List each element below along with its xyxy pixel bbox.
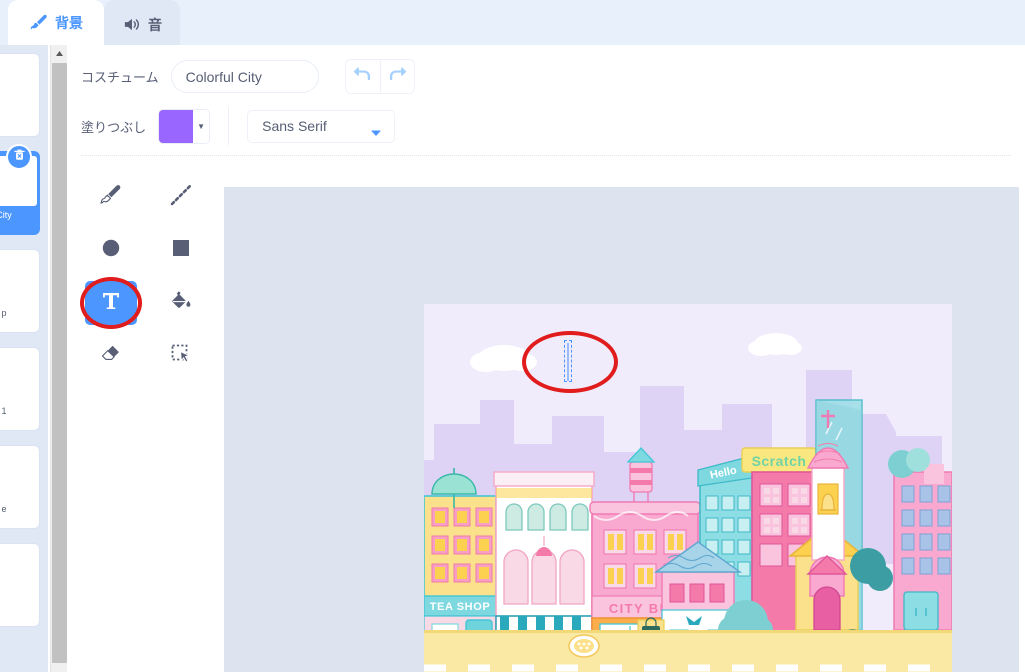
paint-bucket-icon (168, 288, 194, 319)
costume-name-label: p (1, 308, 7, 318)
text-tool[interactable] (80, 277, 142, 329)
costume-thumbnail (0, 254, 37, 304)
costume-name-label: e (1, 504, 7, 514)
text-insert-caret[interactable] (564, 340, 572, 382)
undo-redo-group (344, 59, 415, 94)
fill-tool[interactable] (155, 281, 207, 325)
tab-backdrop[interactable]: 背景 (8, 0, 104, 45)
list-item[interactable]: e (0, 445, 40, 529)
costume-label: コスチューム (81, 70, 159, 85)
costume-thumbnail (0, 352, 37, 402)
costume-name-input[interactable] (170, 60, 319, 93)
triangle-up-icon (55, 44, 64, 62)
paint-editor-window: 背景 音 City p (0, 0, 1025, 672)
list-item[interactable] (0, 53, 40, 137)
divider (81, 155, 1011, 156)
sign-tea-shop: TEA SHOP (430, 601, 491, 613)
rect-tool[interactable] (155, 228, 207, 272)
fill-color-picker[interactable]: ▼ (158, 108, 211, 144)
eraser-icon (98, 341, 124, 372)
list-item[interactable]: 1 (0, 347, 40, 431)
costume-thumbnail (0, 58, 37, 108)
font-select-value: Sans Serif (262, 118, 327, 134)
divider (228, 107, 230, 145)
tab-sound-label: 音 (148, 16, 162, 33)
backdrop-artwork: TEA SHOP CITY BUN Hello Scratch (424, 304, 952, 672)
brush-tool[interactable] (85, 175, 137, 219)
tab-bar: 背景 音 (0, 0, 1025, 45)
scroll-up-button[interactable] (51, 45, 68, 61)
tab-sound[interactable]: 音 (104, 0, 180, 45)
tool-palette (80, 175, 225, 387)
artboard[interactable]: TEA SHOP CITY BUN Hello Scratch (424, 304, 952, 672)
vertical-scrollbar[interactable] (50, 45, 68, 672)
fill-color-swatch[interactable] (159, 109, 194, 143)
square-icon (168, 235, 194, 266)
delete-costume-button[interactable] (6, 144, 32, 170)
chevron-down-icon: ▼ (193, 109, 210, 143)
costume-thumbnail (0, 450, 37, 500)
font-select[interactable]: Sans Serif (247, 109, 396, 143)
costume-thumbnail (0, 548, 37, 598)
circle-icon (98, 235, 124, 266)
paint-editor: コスチューム Colorful City 塗りつぶし ▼ Sans Serif … (67, 45, 1025, 672)
list-item[interactable]: p (0, 249, 40, 333)
redo-button[interactable] (379, 60, 414, 93)
list-item[interactable] (0, 543, 40, 627)
speaker-icon (122, 16, 141, 33)
select-tool[interactable] (155, 334, 207, 378)
circle-tool[interactable] (85, 228, 137, 272)
marquee-select-icon (168, 341, 194, 372)
style-row: 塗りつぶし ▼ Sans Serif (81, 107, 396, 145)
trash-icon (13, 148, 26, 167)
costume-name-label: City (0, 210, 12, 220)
undo-button[interactable] (345, 60, 380, 93)
scrollbar-thumb[interactable] (52, 63, 67, 663)
undo-arrow-icon (353, 66, 373, 87)
fill-label: 塗りつぶし (81, 119, 147, 135)
chevron-down-icon (370, 124, 382, 140)
redo-arrow-icon (387, 66, 407, 87)
costume-name-row: コスチューム (81, 59, 415, 94)
tab-backdrop-label: 背景 (55, 14, 83, 31)
costume-list[interactable]: City p 1 e (0, 45, 48, 672)
eraser-tool[interactable] (85, 334, 137, 378)
line-icon (168, 182, 194, 213)
canvas-work-area[interactable]: TEA SHOP CITY BUN Hello Scratch (224, 187, 1019, 672)
text-t-icon (98, 288, 124, 319)
paintbrush-icon (98, 182, 124, 213)
sign-scratch: Scratch (752, 453, 807, 469)
line-tool[interactable] (155, 175, 207, 219)
costume-name-label: 1 (1, 406, 7, 416)
paintbrush-icon (29, 13, 48, 32)
